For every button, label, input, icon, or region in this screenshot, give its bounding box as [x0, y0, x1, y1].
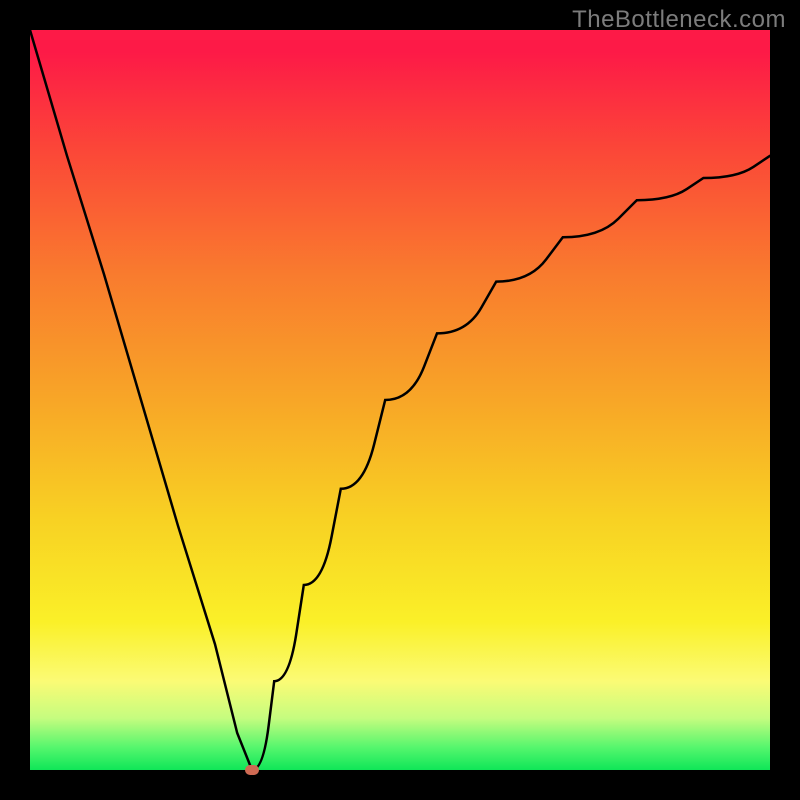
chart-frame: TheBottleneck.com: [0, 0, 800, 800]
curve-path: [30, 30, 770, 770]
min-marker: [245, 765, 259, 775]
plot-area: [30, 30, 770, 770]
bottleneck-curve: [30, 30, 770, 770]
